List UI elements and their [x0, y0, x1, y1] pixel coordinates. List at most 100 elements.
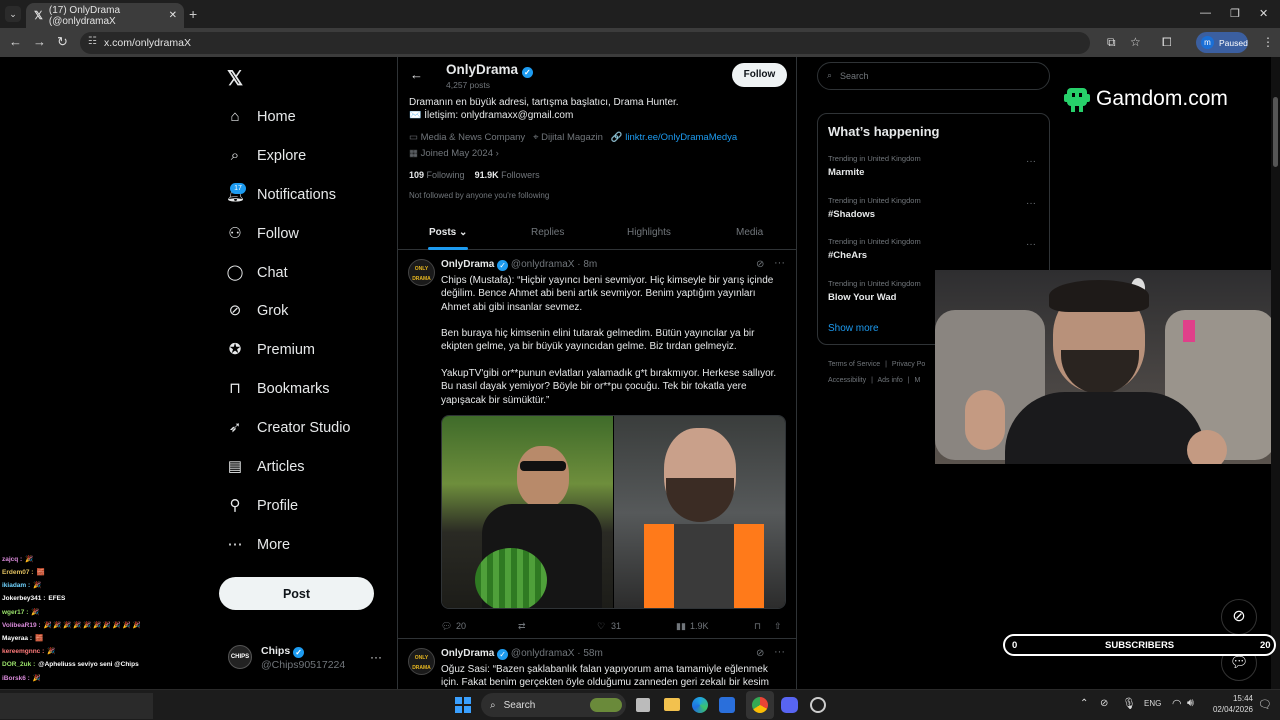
footer-link[interactable]: Privacy Po — [892, 361, 925, 368]
tab-replies[interactable]: Replies — [531, 227, 564, 238]
obs-icon[interactable] — [810, 697, 826, 713]
followers-label[interactable]: Followers — [501, 170, 540, 180]
trend-more-icon[interactable]: ··· — [1026, 198, 1036, 209]
back-arrow-icon[interactable]: ← — [410, 67, 423, 82]
language-indicator[interactable]: ENG — [1144, 699, 1161, 708]
followers-count[interactable]: 91.9K — [475, 170, 499, 180]
browser-tab[interactable]: 𝕏 (17) OnlyDrama (@onlydramaX ✕ — [26, 3, 184, 28]
footer-link[interactable]: M — [915, 377, 921, 384]
following-count[interactable]: 109 — [409, 170, 424, 180]
tab-posts[interactable]: Posts ⌄ — [429, 227, 467, 238]
verified-icon: ✓ — [521, 67, 533, 78]
reload-icon[interactable]: ↻ — [57, 34, 68, 50]
clock[interactable]: 15:44 02/04/2026 — [1203, 693, 1253, 715]
nav-item-chat[interactable]: ◯ Chat — [226, 259, 288, 287]
back-icon[interactable]: ← — [9, 34, 22, 49]
minimize-button[interactable]: — — [1200, 7, 1211, 19]
search-input[interactable]: ⌕ Search — [817, 62, 1050, 90]
scrollbar-thumb[interactable] — [1273, 97, 1278, 167]
discord-icon[interactable] — [781, 697, 798, 713]
tweet-more-icon[interactable]: ··· — [774, 257, 785, 269]
tweet-handle[interactable]: @onlydramaX — [511, 259, 575, 270]
nav-item-follow[interactable]: ⚇ Follow — [226, 220, 299, 248]
avatar[interactable]: ONLY DRAMA — [408, 648, 435, 675]
post-button[interactable]: Post — [219, 577, 374, 610]
forward-icon[interactable]: → — [33, 34, 46, 49]
nav-item-premium[interactable]: ✪ Premium — [226, 336, 315, 364]
tab-close-icon[interactable]: ✕ — [169, 10, 177, 21]
nav-item-profile[interactable]: ⚲ Profile — [226, 492, 299, 520]
tab-media[interactable]: Media — [736, 227, 763, 238]
tweet-media[interactable] — [441, 415, 786, 609]
volume-icon[interactable]: 🔊︎ — [1187, 697, 1194, 710]
task-view-icon[interactable] — [636, 698, 650, 712]
notification-center-icon[interactable]: 🗨︎ — [1258, 698, 1272, 711]
address-bar[interactable]: ☷ x.com/onlydramaX — [80, 32, 1090, 54]
nav-item-home[interactable]: ⌂ Home — [226, 103, 295, 131]
page-scrollbar[interactable] — [1271, 57, 1280, 689]
restore-button[interactable]: ❐ — [1230, 7, 1240, 20]
grok-icon[interactable]: ⊘ — [756, 259, 764, 270]
chat-text: 🎉 — [32, 674, 41, 682]
start-button[interactable] — [455, 697, 471, 713]
share-icon[interactable]: ⇧ — [774, 621, 782, 632]
media-photo-left[interactable] — [442, 416, 613, 608]
tweet-author[interactable]: OnlyDrama — [441, 259, 494, 270]
nav-item-more[interactable]: ⋯ More — [226, 531, 291, 559]
site-info-icon[interactable]: ☷ — [88, 36, 97, 47]
avatar[interactable]: ONLY DRAMA — [408, 259, 435, 286]
store-icon[interactable] — [719, 697, 735, 713]
x-logo-icon[interactable]: 𝕏 — [227, 66, 243, 91]
trend-name[interactable]: Marmite — [828, 167, 864, 178]
tweet-more-icon[interactable]: ··· — [774, 646, 785, 658]
trend-name[interactable]: #CheArs — [828, 250, 867, 261]
close-window-button[interactable]: ✕ — [1259, 7, 1268, 20]
file-explorer-icon[interactable] — [664, 698, 680, 711]
repost-icon[interactable]: ⇄ — [518, 621, 526, 632]
bookmark-star-icon[interactable]: ☆ — [1130, 35, 1141, 49]
nav-item-articles[interactable]: ▤ Articles — [226, 453, 305, 481]
views-icon[interactable]: ▮▮ — [676, 621, 686, 632]
follow-button[interactable]: Follow — [732, 63, 787, 87]
bookmark-icon[interactable]: ⊓ — [754, 621, 761, 632]
trend-more-icon[interactable]: ··· — [1026, 156, 1036, 167]
install-app-icon[interactable]: ⧉ — [1107, 35, 1116, 50]
taskbar-search[interactable]: ⌕ Search — [481, 693, 626, 717]
reply-icon[interactable]: 💬︎ — [441, 621, 452, 632]
profile-button[interactable]: m Paused — [1196, 32, 1248, 53]
tweet-time[interactable]: · 58m — [577, 648, 603, 659]
tweet-author[interactable]: OnlyDrama — [441, 648, 494, 659]
tweet-time[interactable]: · 8m — [577, 259, 597, 270]
network-off-icon[interactable]: ⊘ — [1100, 698, 1108, 709]
nav-item-bookmarks[interactable]: ⊓ Bookmarks — [226, 375, 329, 403]
chevron-up-icon[interactable]: ⌃ — [1080, 698, 1088, 709]
nav-item-grok[interactable]: ⊘ Grok — [226, 297, 289, 325]
footer-link[interactable]: Terms of Service — [828, 361, 880, 368]
media-photo-right[interactable] — [614, 416, 785, 608]
trend-name[interactable]: Blow Your Wad — [828, 292, 896, 303]
tweet[interactable]: ONLY DRAMA OnlyDrama ✓ @onlydramaX · 8m ⊘… — [398, 251, 796, 639]
edge-icon[interactable] — [692, 697, 708, 713]
footer-link[interactable]: Accessibility — [828, 377, 866, 384]
microphone-icon[interactable]: 🎙︎ — [1122, 697, 1136, 710]
grok-icon[interactable]: ⊘ — [756, 648, 764, 659]
extensions-icon[interactable]: ⧠ — [1162, 35, 1172, 50]
following-label[interactable]: Following — [427, 170, 465, 180]
wifi-icon[interactable]: ◠ — [1172, 697, 1182, 710]
like-icon[interactable]: ♡ — [597, 621, 605, 632]
profile-link[interactable]: linktr.ee/OnlyDramaMedya — [625, 132, 737, 143]
nav-item-explore[interactable]: ⌕ Explore — [226, 142, 306, 170]
footer-link[interactable]: Ads info — [877, 377, 902, 384]
trend-name[interactable]: #Shadows — [828, 209, 875, 220]
chrome-icon[interactable] — [752, 697, 768, 713]
trend-more-icon[interactable]: ··· — [1026, 239, 1036, 250]
show-more-link[interactable]: Show more — [828, 323, 879, 334]
tab-search-button[interactable]: ⌄ — [5, 6, 21, 22]
tab-highlights[interactable]: Highlights — [627, 227, 671, 238]
menu-icon[interactable]: ⋮ — [1262, 35, 1274, 49]
nav-item-creator-studio[interactable]: ➶ Creator Studio — [226, 414, 351, 442]
tweet-handle[interactable]: @onlydramaX — [511, 648, 575, 659]
grok-float-icon[interactable]: ⊘ — [1221, 599, 1257, 635]
account-more-icon[interactable]: ··· — [370, 650, 382, 664]
new-tab-button[interactable]: + — [189, 6, 197, 22]
